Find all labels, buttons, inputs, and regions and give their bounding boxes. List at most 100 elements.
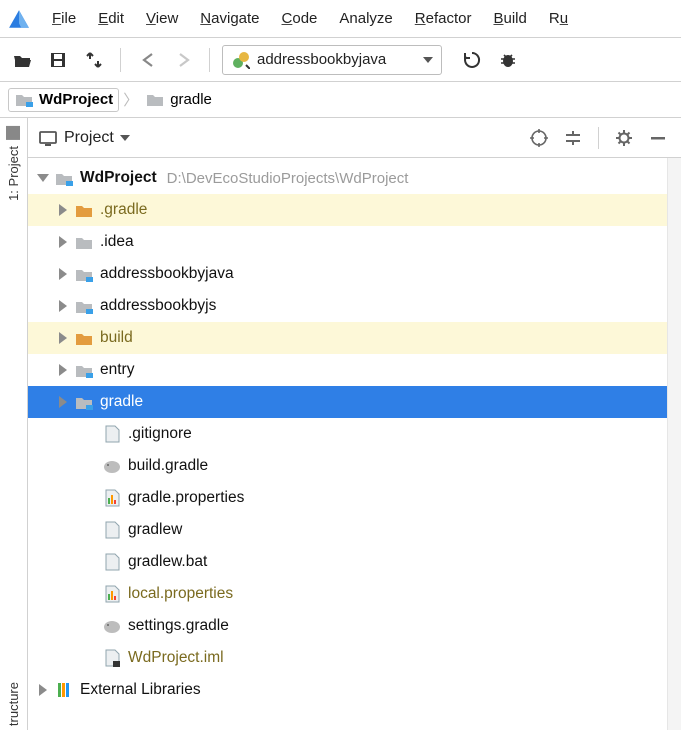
- debug-button[interactable]: [494, 46, 522, 74]
- library-icon: [54, 680, 74, 700]
- folder-icon: [145, 90, 165, 110]
- panel-title[interactable]: Project: [38, 128, 130, 148]
- folder-icon: [54, 168, 74, 188]
- file-icon: [102, 488, 122, 508]
- tree-file[interactable]: .gitignore: [28, 418, 667, 450]
- folder-icon: [74, 328, 94, 348]
- hide-panel-button[interactable]: [645, 125, 671, 151]
- open-button[interactable]: [8, 46, 36, 74]
- tree-external-libraries[interactable]: External Libraries: [28, 674, 667, 706]
- expand-arrow-icon[interactable]: [36, 171, 50, 185]
- tree-item-label: .gradle: [98, 201, 147, 219]
- tree-root-path: D:\DevEcoStudioProjects\WdProject: [167, 170, 409, 187]
- breadcrumb-root-label: WdProject: [39, 91, 113, 108]
- project-tree[interactable]: WdProject D:\DevEcoStudioProjects\WdProj…: [28, 158, 667, 730]
- tree-file[interactable]: gradle.properties: [28, 482, 667, 514]
- tree-item-label: addressbookbyjs: [98, 297, 216, 315]
- expand-arrow-icon[interactable]: [56, 395, 70, 409]
- breadcrumb-child[interactable]: gradle: [142, 89, 215, 111]
- tree-file[interactable]: gradlew: [28, 514, 667, 546]
- file-icon: [102, 520, 122, 540]
- expand-arrow-icon[interactable]: [56, 203, 70, 217]
- tree-root[interactable]: WdProject D:\DevEcoStudioProjects\WdProj…: [28, 162, 667, 194]
- tree-folder[interactable]: .idea: [28, 226, 667, 258]
- expand-arrow-icon[interactable]: [36, 683, 50, 697]
- menu-run[interactable]: Ru: [539, 6, 578, 31]
- project-panel: Project WdProject D:\DevEcoStudioProject…: [28, 118, 681, 730]
- sync-button[interactable]: [80, 46, 108, 74]
- nav-back-button[interactable]: [133, 46, 161, 74]
- tree-folder[interactable]: build: [28, 322, 667, 354]
- folder-icon: [74, 232, 94, 252]
- tree-file[interactable]: WdProject.iml: [28, 642, 667, 674]
- menu-edit[interactable]: Edit: [88, 6, 134, 31]
- folder-icon: [74, 360, 94, 380]
- tree-item-label: build.gradle: [126, 457, 208, 475]
- file-icon: [102, 584, 122, 604]
- tree-item-label: build: [98, 329, 133, 347]
- save-button[interactable]: [44, 46, 72, 74]
- tree-item-label: .gitignore: [126, 425, 192, 443]
- tree-item-label: gradlew: [126, 521, 182, 539]
- menu-code[interactable]: Code: [272, 6, 328, 31]
- file-icon: [102, 456, 122, 476]
- folder-icon: [74, 296, 94, 316]
- breadcrumb-separator: 〉: [123, 89, 138, 110]
- tree-item-label: gradle: [98, 393, 143, 411]
- reload-button[interactable]: [458, 46, 486, 74]
- expand-arrow-icon[interactable]: [56, 363, 70, 377]
- folder-icon: [74, 264, 94, 284]
- folder-icon: [74, 200, 94, 220]
- file-icon: [102, 648, 122, 668]
- tree-item-label: gradle.properties: [126, 489, 244, 507]
- tree-file[interactable]: settings.gradle: [28, 610, 667, 642]
- expand-arrow-icon[interactable]: [56, 299, 70, 313]
- toolbar-separator: [209, 48, 210, 72]
- menu-build[interactable]: Build: [483, 6, 536, 31]
- tree-folder[interactable]: addressbookbyjava: [28, 258, 667, 290]
- run-config-label: addressbookbyjava: [257, 51, 417, 68]
- vertical-scrollbar[interactable]: [667, 158, 681, 730]
- run-config-dropdown[interactable]: addressbookbyjava: [222, 45, 442, 75]
- tree-file[interactable]: build.gradle: [28, 450, 667, 482]
- tree-file[interactable]: local.properties: [28, 578, 667, 610]
- menu-navigate[interactable]: Navigate: [190, 6, 269, 31]
- gutter-tab-project[interactable]: 1: Project: [6, 126, 21, 201]
- expand-arrow-icon[interactable]: [56, 331, 70, 345]
- file-icon: [102, 424, 122, 444]
- menu-bar: File Edit View Navigate Code Analyze Ref…: [0, 0, 681, 38]
- app-logo-icon: [6, 6, 32, 32]
- file-icon: [102, 616, 122, 636]
- chevron-down-icon: [423, 57, 433, 63]
- tree-item-label: entry: [98, 361, 134, 379]
- tree-folder[interactable]: addressbookbyjs: [28, 290, 667, 322]
- chevron-down-icon: [120, 135, 130, 141]
- settings-button[interactable]: [611, 125, 637, 151]
- expand-arrow-icon[interactable]: [56, 235, 70, 249]
- menu-file[interactable]: File: [42, 6, 86, 31]
- tree-file[interactable]: gradlew.bat: [28, 546, 667, 578]
- expand-arrow-icon[interactable]: [56, 267, 70, 281]
- folder-icon: [14, 90, 34, 110]
- menu-analyze[interactable]: Analyze: [329, 6, 402, 31]
- tree-item-label: settings.gradle: [126, 617, 229, 635]
- breadcrumb-root[interactable]: WdProject: [8, 88, 119, 112]
- tree-item-label: .idea: [98, 233, 134, 251]
- nav-forward-button[interactable]: [169, 46, 197, 74]
- tree-item-label: addressbookbyjava: [98, 265, 234, 283]
- tree-folder[interactable]: gradle: [28, 386, 667, 418]
- breadcrumb: WdProject 〉 gradle: [0, 82, 681, 118]
- folder-icon: [74, 392, 94, 412]
- toolbar-separator: [120, 48, 121, 72]
- file-icon: [102, 552, 122, 572]
- screen-icon: [38, 128, 58, 148]
- project-tab-icon: [7, 126, 21, 140]
- menu-view[interactable]: View: [136, 6, 188, 31]
- tree-folder[interactable]: entry: [28, 354, 667, 386]
- menu-refactor[interactable]: Refactor: [405, 6, 482, 31]
- collapse-all-button[interactable]: [560, 125, 586, 151]
- locate-button[interactable]: [526, 125, 552, 151]
- tree-folder[interactable]: .gradle: [28, 194, 667, 226]
- left-tool-gutter: 1: Project tructure: [0, 118, 28, 730]
- gutter-tab-structure[interactable]: tructure: [6, 682, 21, 726]
